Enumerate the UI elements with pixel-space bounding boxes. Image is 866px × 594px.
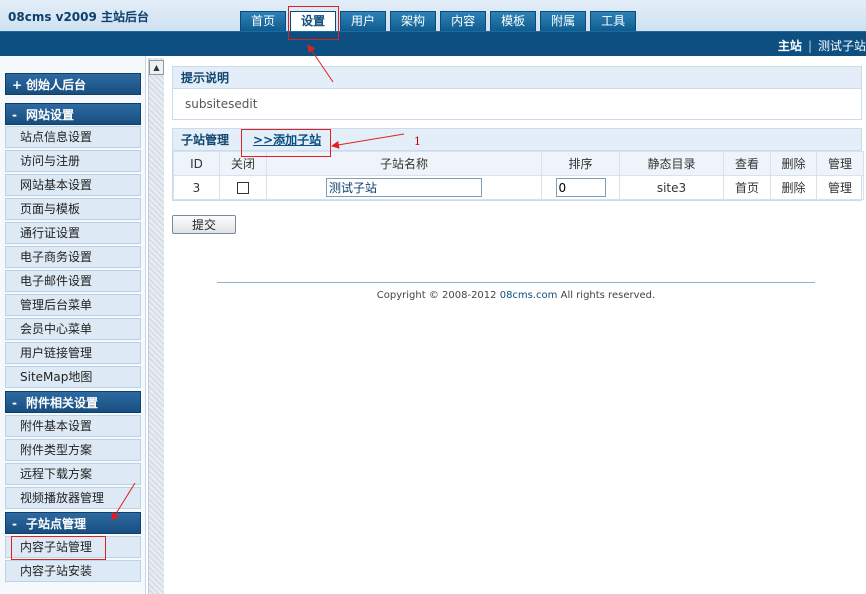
sidebar-group-site-settings[interactable]: - 网站设置 [5, 103, 141, 125]
manage-link[interactable]: 管理 [816, 175, 864, 200]
sidebar-item-video-player[interactable]: 视频播放器管理 [5, 487, 141, 509]
info-panel: 提示说明 subsitesedit [172, 66, 862, 120]
closed-checkbox[interactable] [237, 182, 249, 194]
row-name-cell [266, 175, 542, 200]
main-site-link[interactable]: 主站 [778, 39, 802, 53]
sidebar-group-subsites[interactable]: - 子站点管理 [5, 512, 141, 534]
sidebar-group-label: 网站设置 [26, 108, 75, 122]
sidebar-item-remote-download[interactable]: 远程下载方案 [5, 463, 141, 485]
delete-link[interactable]: 删除 [770, 175, 817, 200]
footer-divider [217, 282, 815, 283]
copyright-site[interactable]: 08cms.com [500, 290, 558, 301]
highlight-settings-tab [288, 6, 339, 40]
table-row: 3 site3 首页 删除 管理 [173, 175, 864, 200]
subsite-link[interactable]: 测试子站 [818, 39, 866, 53]
submit-button[interactable]: 提交 [172, 215, 236, 234]
sidebar-item-attachment-basic[interactable]: 附件基本设置 [5, 415, 141, 437]
footer-copyright: Copyright © 2008-2012 08cms.com All righ… [217, 290, 815, 301]
row-order-cell [541, 175, 620, 200]
sidebar-item-user-links[interactable]: 用户链接管理 [5, 342, 141, 364]
col-view: 查看 [723, 151, 771, 176]
highlight-content-subsites [11, 536, 106, 560]
sidebar: + 创始人后台 - 网站设置 站点信息设置 访问与注册 网站基本设置 页面与模板 通… [0, 56, 146, 594]
sidebar-item-sitemap[interactable]: SiteMap地图 [5, 366, 141, 388]
sidebar-item-access-register[interactable]: 访问与注册 [5, 150, 141, 172]
order-input[interactable] [555, 178, 606, 197]
sidebar-item-member-menu[interactable]: 会员中心菜单 [5, 318, 141, 340]
col-order: 排序 [541, 151, 620, 176]
sidebar-item-site-info[interactable]: 站点信息设置 [5, 126, 141, 148]
row-id: 3 [173, 175, 220, 200]
scroll-up-arrow-icon[interactable]: ▲ [149, 60, 164, 75]
sidebar-item-attachment-types[interactable]: 附件类型方案 [5, 439, 141, 461]
sidebar-group-label: 子站点管理 [26, 517, 87, 531]
view-home-link[interactable]: 首页 [723, 175, 771, 200]
row-static-dir: site3 [619, 175, 724, 200]
col-manage: 管理 [816, 151, 864, 176]
sidebar-group-label: 创始人后台 [26, 78, 87, 92]
subsite-table: ID 关闭 子站名称 排序 静态目录 查看 删除 管理 3 site3 首页 删… [173, 151, 864, 200]
collapse-icon: - [12, 108, 17, 122]
sidebar-item-email[interactable]: 电子邮件设置 [5, 270, 141, 292]
subsite-panel-title: 子站管理 [181, 133, 230, 147]
subsite-name-input[interactable] [326, 178, 482, 197]
sidebar-group-attachments[interactable]: - 附件相关设置 [5, 391, 141, 413]
tab-tools[interactable]: 工具 [590, 11, 637, 31]
copyright-suffix: All rights reserved. [557, 290, 656, 301]
expand-icon: + [12, 78, 23, 92]
sidebar-item-basic-settings[interactable]: 网站基本设置 [5, 174, 141, 196]
sidebar-item-ecommerce[interactable]: 电子商务设置 [5, 246, 141, 268]
sidebar-item-subsite-install[interactable]: 内容子站安装 [5, 560, 141, 582]
sidebar-scrollbar[interactable]: ▲ [148, 58, 164, 594]
highlight-add-subsite [241, 129, 331, 157]
sidebar-item-pages-templates[interactable]: 页面与模板 [5, 198, 141, 220]
app-brand: 08cms v2009 主站后台 [8, 10, 150, 24]
site-switch-bar: 主站 | 测试子站 [0, 31, 866, 56]
top-header: 08cms v2009 主站后台 首页 设置 用户 架构 内容 模板 附属 工具 [0, 0, 866, 32]
col-delete: 删除 [770, 151, 817, 176]
copyright-prefix: Copyright © 2008-2012 [376, 290, 500, 301]
collapse-icon: - [12, 396, 17, 410]
tab-structure[interactable]: 架构 [390, 11, 437, 31]
sidebar-item-admin-menu[interactable]: 管理后台菜单 [5, 294, 141, 316]
tab-templates[interactable]: 模板 [490, 11, 537, 31]
info-title: 提示说明 [173, 67, 861, 89]
col-id: ID [173, 151, 220, 176]
row-closed-cell [219, 175, 267, 200]
tab-content[interactable]: 内容 [440, 11, 487, 31]
site-switcher: 主站 | 测试子站 [778, 37, 866, 54]
tab-home[interactable]: 首页 [240, 11, 287, 31]
collapse-icon: - [12, 517, 17, 531]
site-separator: | [807, 39, 812, 53]
sidebar-group-label: 附件相关设置 [26, 396, 99, 410]
info-text: subsitesedit [185, 97, 258, 111]
tab-users[interactable]: 用户 [340, 11, 387, 31]
sidebar-group-founder[interactable]: + 创始人后台 [5, 73, 141, 95]
col-static-dir: 静态目录 [619, 151, 724, 176]
annotation-number: 1 [414, 135, 421, 148]
tab-attached[interactable]: 附属 [540, 11, 587, 31]
sidebar-item-passport[interactable]: 通行证设置 [5, 222, 141, 244]
